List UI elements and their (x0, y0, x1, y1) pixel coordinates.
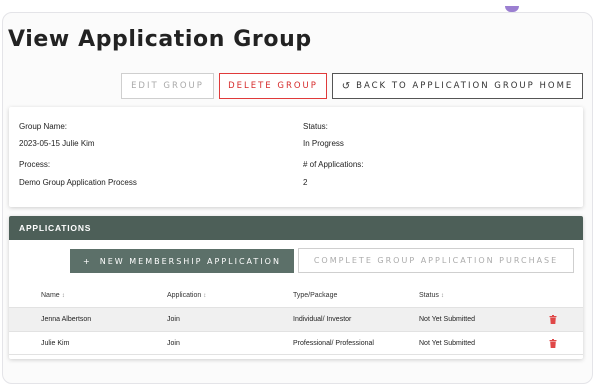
group-name-value: 2023-05-15 Julie Kim (19, 139, 95, 148)
process-label: Process: (19, 160, 51, 169)
application-type: Join (167, 340, 180, 347)
application-count-label: # of Applications: (303, 160, 364, 169)
column-header-status[interactable]: Status ↕ (419, 292, 444, 299)
plus-icon: + (83, 256, 92, 266)
new-membership-application-button[interactable]: + NEW MEMBERSHIP APPLICATION (70, 249, 294, 273)
edit-group-button[interactable]: EDIT GROUP (121, 73, 214, 99)
column-header-application[interactable]: Application ↕ (167, 292, 206, 299)
column-header-type[interactable]: Type/Package (293, 292, 337, 299)
application-type: Join (167, 316, 180, 323)
page-title: View Application Group (8, 27, 312, 52)
new-application-label: NEW MEMBERSHIP APPLICATION (99, 256, 281, 266)
package-type: Professional/ Professional (293, 340, 374, 347)
application-status: Not Yet Submitted (419, 316, 476, 323)
status-value: In Progress (303, 139, 344, 148)
application-status: Not Yet Submitted (419, 340, 476, 347)
sort-icon: ↕ (440, 293, 444, 299)
back-button-label: BACK TO APPLICATION GROUP HOME (356, 81, 574, 91)
table-row[interactable]: Jenna Albertson Join Individual/ Investo… (9, 307, 583, 331)
delete-group-button[interactable]: DELETE GROUP (219, 73, 327, 99)
back-to-group-home-button[interactable]: ↺ BACK TO APPLICATION GROUP HOME (332, 73, 583, 99)
package-type: Individual/ Investor (293, 316, 352, 323)
application-count-value: 2 (303, 178, 308, 187)
status-label: Status: (303, 122, 328, 131)
process-value: Demo Group Application Process (19, 178, 137, 187)
applications-panel: APPLICATIONS + NEW MEMBERSHIP APPLICATIO… (9, 216, 583, 359)
sort-icon: ↕ (203, 293, 207, 299)
table-row[interactable]: Julie Kim Join Professional/ Professiona… (9, 331, 583, 355)
group-info-card: Group Name: 2023-05-15 Julie Kim Status:… (9, 107, 583, 207)
group-name-label: Group Name: (19, 122, 68, 131)
sort-icon: ↕ (61, 293, 65, 299)
applications-header: APPLICATIONS (9, 216, 583, 240)
undo-arrow-icon: ↺ (341, 80, 351, 92)
complete-group-purchase-button[interactable]: COMPLETE GROUP APPLICATION PURCHASE (298, 248, 574, 273)
trash-icon[interactable] (549, 339, 557, 348)
column-header-name[interactable]: Name ↕ (41, 292, 65, 299)
applicant-name: Julie Kim (41, 340, 70, 347)
trash-icon[interactable] (549, 315, 557, 324)
applicant-name: Jenna Albertson (41, 316, 92, 323)
